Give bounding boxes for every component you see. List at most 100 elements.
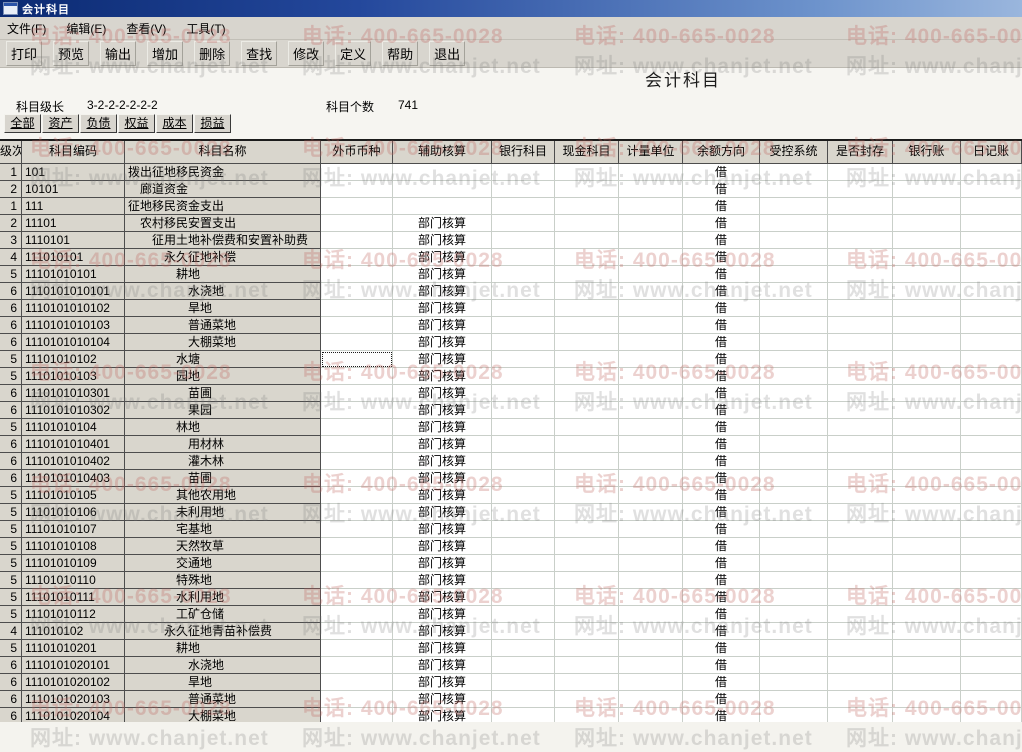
cell-ctrl[interactable] [760, 691, 828, 708]
cell-name[interactable]: 耕地 [125, 640, 321, 657]
cell-level[interactable]: 5 [0, 640, 22, 657]
cell-bank[interactable] [492, 385, 555, 402]
cell-dir[interactable]: 借 [683, 300, 760, 317]
cell-ctrl[interactable] [760, 572, 828, 589]
cell-code[interactable]: 11101010111 [22, 589, 125, 606]
cell-ctrl[interactable] [760, 470, 828, 487]
cell-bankbook[interactable] [893, 351, 961, 368]
cell-cash[interactable] [555, 283, 619, 300]
cell-bank[interactable] [492, 453, 555, 470]
cell-name[interactable]: 大棚菜地 [125, 334, 321, 351]
cell-sealed[interactable] [828, 385, 893, 402]
cell-currency[interactable] [321, 453, 393, 470]
cell-aux[interactable]: 部门核算 [393, 283, 492, 300]
cell-journal[interactable] [961, 215, 1022, 232]
cell-journal[interactable] [961, 266, 1022, 283]
cell-currency[interactable] [321, 589, 393, 606]
cell-ctrl[interactable] [760, 674, 828, 691]
cell-bank[interactable] [492, 691, 555, 708]
cell-aux[interactable]: 部门核算 [393, 351, 492, 368]
cell-dir[interactable]: 借 [683, 691, 760, 708]
cell-bank[interactable] [492, 249, 555, 266]
cell-bankbook[interactable] [893, 606, 961, 623]
cell-unit[interactable] [619, 538, 683, 555]
cell-bankbook[interactable] [893, 555, 961, 572]
cell-unit[interactable] [619, 470, 683, 487]
cell-unit[interactable] [619, 266, 683, 283]
cell-unit[interactable] [619, 368, 683, 385]
define-button[interactable]: 定义 [335, 41, 372, 66]
cell-currency[interactable] [321, 385, 393, 402]
menu-edit[interactable]: 编辑(E) [59, 18, 119, 39]
cell-journal[interactable] [961, 334, 1022, 351]
cell-journal[interactable] [961, 470, 1022, 487]
cell-cash[interactable] [555, 266, 619, 283]
cell-currency[interactable] [321, 334, 393, 351]
cell-sealed[interactable] [828, 181, 893, 198]
cell-bankbook[interactable] [893, 470, 961, 487]
cell-name[interactable]: 水塘 [125, 351, 321, 368]
cell-ctrl[interactable] [760, 232, 828, 249]
cell-name[interactable]: 未利用地 [125, 504, 321, 521]
cell-code[interactable]: 11101010106 [22, 504, 125, 521]
cell-dir[interactable]: 借 [683, 470, 760, 487]
tab-all[interactable]: 全部 [4, 114, 41, 133]
cell-sealed[interactable] [828, 453, 893, 470]
cell-ctrl[interactable] [760, 164, 828, 181]
cell-name[interactable]: 普通菜地 [125, 317, 321, 334]
cell-bank[interactable] [492, 317, 555, 334]
cell-journal[interactable] [961, 606, 1022, 623]
cell-code[interactable]: 11101010108 [22, 538, 125, 555]
cell-unit[interactable] [619, 691, 683, 708]
cell-cash[interactable] [555, 691, 619, 708]
cell-bankbook[interactable] [893, 504, 961, 521]
cell-name[interactable]: 宅基地 [125, 521, 321, 538]
cell-cash[interactable] [555, 640, 619, 657]
cell-aux[interactable]: 部门核算 [393, 334, 492, 351]
cell-ctrl[interactable] [760, 385, 828, 402]
cell-level[interactable]: 5 [0, 504, 22, 521]
cell-code[interactable]: 1110101010401 [22, 436, 125, 453]
cell-aux[interactable]: 部门核算 [393, 453, 492, 470]
cell-code[interactable]: 11101 [22, 215, 125, 232]
cell-code[interactable]: 1110101010101 [22, 283, 125, 300]
cell-name[interactable]: 交通地 [125, 555, 321, 572]
cell-code[interactable]: 11101010103 [22, 368, 125, 385]
cell-level[interactable]: 5 [0, 419, 22, 436]
cell-unit[interactable] [619, 300, 683, 317]
cell-ctrl[interactable] [760, 606, 828, 623]
cell-journal[interactable] [961, 198, 1022, 215]
cell-unit[interactable] [619, 487, 683, 504]
cell-ctrl[interactable] [760, 181, 828, 198]
cell-bank[interactable] [492, 215, 555, 232]
cell-code[interactable]: 111010101 [22, 249, 125, 266]
cell-code[interactable]: 101 [22, 164, 125, 181]
cell-currency[interactable] [321, 266, 393, 283]
cell-name[interactable]: 永久征地补偿 [125, 249, 321, 266]
cell-journal[interactable] [961, 657, 1022, 674]
cell-sealed[interactable] [828, 674, 893, 691]
cell-unit[interactable] [619, 215, 683, 232]
cell-name[interactable]: 农村移民安置支出 [125, 215, 321, 232]
cell-level[interactable]: 6 [0, 691, 22, 708]
cell-level[interactable]: 6 [0, 436, 22, 453]
cell-journal[interactable] [961, 368, 1022, 385]
cell-name[interactable]: 拨出征地移民资金 [125, 164, 321, 181]
cell-aux[interactable]: 部门核算 [393, 300, 492, 317]
cell-name[interactable]: 水浇地 [125, 283, 321, 300]
cell-code[interactable]: 11101010102 [22, 351, 125, 368]
cell-sealed[interactable] [828, 470, 893, 487]
cell-name[interactable]: 水浇地 [125, 657, 321, 674]
cell-unit[interactable] [619, 402, 683, 419]
cell-unit[interactable] [619, 521, 683, 538]
cell-sealed[interactable] [828, 640, 893, 657]
menu-view[interactable]: 查看(V) [119, 18, 179, 39]
cell-name[interactable]: 特殊地 [125, 572, 321, 589]
cell-journal[interactable] [961, 674, 1022, 691]
cell-level[interactable]: 5 [0, 589, 22, 606]
cell-name[interactable]: 果园 [125, 402, 321, 419]
cell-bank[interactable] [492, 181, 555, 198]
cell-sealed[interactable] [828, 368, 893, 385]
cell-code[interactable]: 1110101020103 [22, 691, 125, 708]
cell-unit[interactable] [619, 606, 683, 623]
